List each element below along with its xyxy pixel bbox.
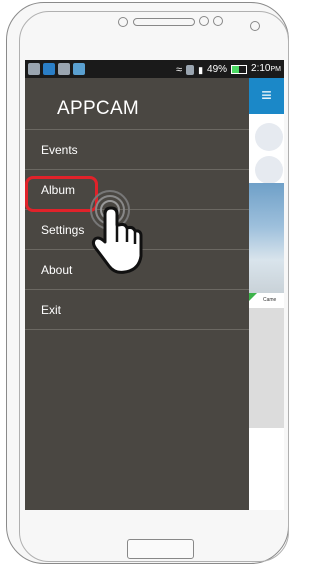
sensor-icon — [250, 21, 260, 31]
speaker-grille — [133, 18, 195, 26]
phone-top-hardware — [7, 15, 288, 31]
hamburger-icon[interactable]: ≡ — [249, 78, 284, 114]
tap-hand-icon — [90, 190, 143, 274]
status-bar: ≈ ▮ 49% 2:10PM — [25, 60, 284, 78]
placeholder-circle — [255, 123, 283, 151]
status-indicators: ≈ ▮ 49% 2:10PM — [176, 60, 281, 79]
clock-suffix: PM — [270, 66, 282, 73]
phone-screen: ≈ ▮ 49% 2:10PM ≡ Came APPCAM Events Albu… — [25, 60, 284, 510]
signal-icon: ▮ — [198, 64, 204, 75]
app-title: APPCAM — [57, 98, 140, 119]
navigation-drawer: APPCAM Events Album Settings About Exit — [25, 78, 249, 510]
sim-icon — [186, 64, 195, 75]
menu-item-events[interactable]: Events — [25, 130, 249, 170]
background-photo — [249, 183, 284, 293]
clock: 2:10PM — [251, 60, 281, 79]
placeholder-circle — [255, 156, 283, 184]
app-icon — [43, 63, 55, 75]
home-button[interactable] — [127, 539, 194, 559]
background-app: ≡ Came — [249, 78, 284, 510]
wifi-icon: ≈ — [176, 63, 183, 76]
sensor-icon — [199, 16, 209, 26]
background-panel — [249, 308, 284, 428]
image-icon — [58, 63, 70, 75]
clock-time: 2:10 — [251, 63, 271, 74]
battery-icon — [231, 65, 248, 74]
menu-item-exit[interactable]: Exit — [25, 290, 249, 330]
message-icon — [28, 63, 40, 75]
front-camera-icon — [118, 17, 128, 27]
sensor-icon — [213, 16, 223, 26]
notification-icons — [28, 63, 85, 75]
app-icon — [73, 63, 85, 75]
battery-percent: 49% — [207, 63, 228, 75]
background-card: Came — [249, 293, 284, 308]
